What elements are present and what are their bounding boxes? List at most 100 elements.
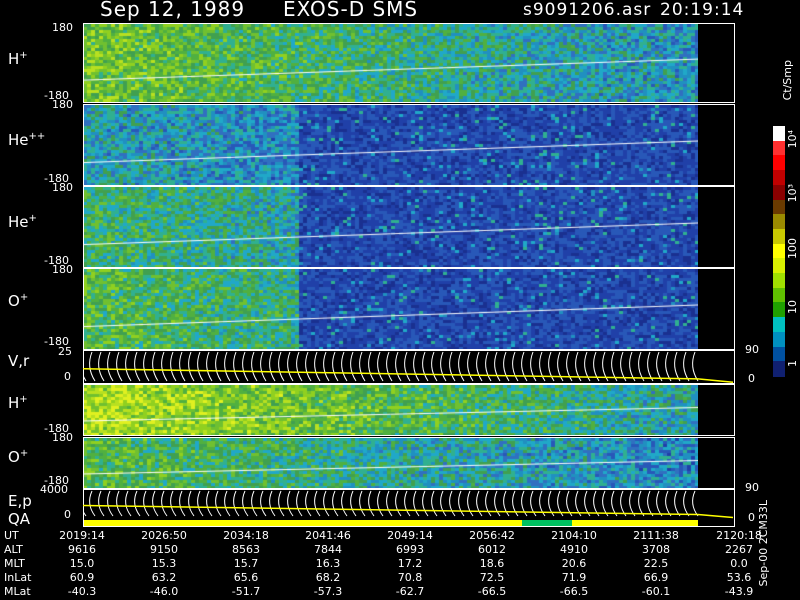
colorbar-label-10: 10 [786, 300, 799, 314]
vr-line-panel [83, 351, 734, 384]
pitch-angle-curve [161, 351, 168, 382]
pitch-angle-curve [665, 490, 672, 517]
pitch-angle-curve [215, 351, 222, 382]
table-cell-ut-3: 2041:46 [305, 529, 351, 542]
table-cell-alt-5: 6012 [478, 543, 506, 556]
pitch-angle-curve [503, 351, 510, 382]
pitch-angle-curve [107, 490, 114, 517]
o-frame [83, 268, 735, 350]
table-cell-ut-2: 2034:18 [223, 529, 269, 542]
pitch-angle-curve [467, 490, 474, 517]
pitch-angle-curve [350, 490, 357, 517]
colorbar-label-1: 1 [786, 360, 799, 367]
pitch-angle-curve [224, 351, 231, 382]
colorbar-label-10000: 10⁴ [786, 130, 799, 149]
h-frame [83, 23, 735, 103]
pitch-angle-curve [449, 490, 456, 517]
colorbar [773, 126, 785, 377]
pitch-angle-curve [269, 351, 276, 382]
pitch-angle-curve [98, 351, 105, 382]
pitch-angle-curve [692, 490, 699, 517]
pitch-angle-curve [647, 490, 654, 517]
pitch-angle-curve [377, 351, 384, 382]
table-cell-alt-1: 9150 [150, 543, 178, 556]
table-cell-mlt-4: 17.2 [397, 557, 423, 570]
row-label-alt: ALT [4, 543, 23, 556]
table-cell-alt-7: 3708 [642, 543, 670, 556]
pitch-angle-curve [458, 351, 465, 382]
pitch-angle-curve [656, 351, 663, 382]
pitch-angle-curve [296, 490, 303, 517]
pitch-angle-curve [197, 490, 204, 517]
pitch-angle-curve [152, 351, 159, 382]
pitch-angle-curve [107, 351, 114, 382]
pitch-angle-curve [242, 490, 249, 517]
pitch-angle-curve [683, 351, 690, 382]
colorbar-swatch [773, 361, 785, 377]
pitch-angle-curve [125, 490, 132, 517]
pitch-angle-curve [188, 351, 195, 382]
table-cell-mlat-1: -46.0 [149, 585, 179, 598]
pitch-angle-curve [287, 351, 294, 382]
colorbar-swatch [773, 287, 785, 304]
colorbar-label-1000: 10³ [786, 184, 799, 203]
table-cell-mlat-5: -66.5 [477, 585, 507, 598]
colorbar-swatch [773, 184, 785, 201]
colorbar-swatch [773, 331, 785, 348]
pitch-angle-curve [314, 490, 321, 517]
vr-ytick-mid: 0 [64, 370, 71, 383]
table-cell-ut-1: 2026:50 [141, 529, 187, 542]
pitch-angle-curve [449, 351, 456, 382]
plot-time: 20:19:14 [660, 0, 745, 20]
colorbar-swatch [773, 214, 785, 230]
pitch-angle-curve [674, 490, 681, 517]
table-cell-mlat-4: -62.7 [395, 585, 425, 598]
o-label: O+ [8, 292, 29, 310]
colorbar-unit: Ct/Smp [781, 60, 794, 101]
row-label-inlat: InLat [4, 571, 32, 584]
pitch-angle-curve [224, 490, 231, 517]
pitch-angle-curve [206, 351, 213, 382]
table-cell-ut-0: 2019:14 [59, 529, 105, 542]
vr-right-bottom: 0 [748, 372, 755, 385]
table-cell-mlt-8: 0.0 [730, 557, 748, 570]
pitch-angle-curve [323, 351, 330, 382]
colorbar-swatch [773, 302, 785, 319]
pitch-angle-curve [665, 351, 672, 382]
pitch-angle-curve [359, 351, 366, 382]
pitch-angle-curve [485, 490, 492, 517]
table-cell-alt-4: 6993 [396, 543, 424, 556]
pitch-angle-curve [494, 351, 501, 382]
ep-ytick-mid: 0 [64, 508, 71, 521]
table-cell-inlat-4: 70.8 [397, 571, 423, 584]
table-cell-mlt-2: 15.7 [233, 557, 259, 570]
table-cell-inlat-7: 66.9 [643, 571, 669, 584]
h-ytick-top: 180 [52, 21, 73, 34]
pitch-angle-curve [134, 351, 141, 382]
pitch-angle-curve [431, 351, 438, 382]
table-cell-mlat-6: -66.5 [559, 585, 589, 598]
pitch-angle-curve [116, 351, 123, 382]
colorbar-swatch [773, 243, 785, 260]
pitch-angle-curve [314, 351, 321, 382]
pitch-angle-curve [188, 490, 195, 517]
qa-bar [84, 520, 698, 526]
pitch-angle-curve [260, 490, 267, 517]
table-cell-mlat-7: -60.1 [641, 585, 671, 598]
pitch-angle-curve [422, 351, 429, 382]
pitch-angle-curve [170, 490, 177, 517]
table-cell-inlat-3: 68.2 [315, 571, 341, 584]
pitch-angle-curve [125, 351, 132, 382]
pitch-angle-curve [98, 490, 105, 517]
table-cell-mlat-2: -51.7 [231, 585, 261, 598]
hepp-label: He++ [8, 131, 46, 149]
table-cell-mlt-1: 15.3 [151, 557, 177, 570]
pitch-angle-curve [305, 490, 312, 517]
o-ytick-top: 180 [52, 263, 73, 276]
row-label-mlt: MLT [4, 557, 25, 570]
table-cell-inlat-2: 65.6 [233, 571, 259, 584]
colorbar-swatch [773, 140, 785, 157]
pitch-angle-curve [269, 490, 276, 517]
table-cell-inlat-1: 63.2 [151, 571, 177, 584]
pitch-angle-curve [197, 351, 204, 382]
